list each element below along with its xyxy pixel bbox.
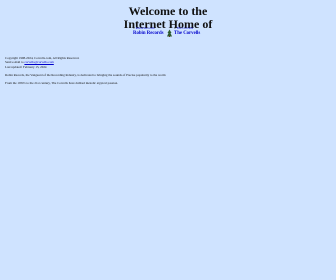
- robin-records-link[interactable]: Robin Records: [133, 31, 164, 37]
- footer: Copyright 1998-2024, Corvells.com, All R…: [5, 56, 325, 85]
- mail-link[interactable]: corvells@corvells.com: [24, 60, 53, 64]
- corvells-link-block: »The Corvells The Corvells: [174, 26, 200, 37]
- bullet-icon: »: [133, 26, 135, 30]
- corvells-small-label: The Corvells: [176, 26, 194, 30]
- mail-label: Send e-mail to: [5, 60, 24, 65]
- history-paragraph: From the 1950's to the 21st century, The…: [5, 81, 118, 86]
- bird-logo-icon: [167, 29, 172, 37]
- site-links: »Robin Records Robin Records »The Corvel…: [133, 26, 207, 42]
- corvells-link[interactable]: The Corvells: [174, 31, 200, 37]
- page: Welcome to the Internet Home of »Robin R…: [0, 0, 336, 280]
- robin-records-small-label: Robin Records: [135, 26, 155, 30]
- robin-records-link-block: »Robin Records Robin Records: [133, 26, 164, 37]
- bullet-icon: »: [174, 26, 176, 30]
